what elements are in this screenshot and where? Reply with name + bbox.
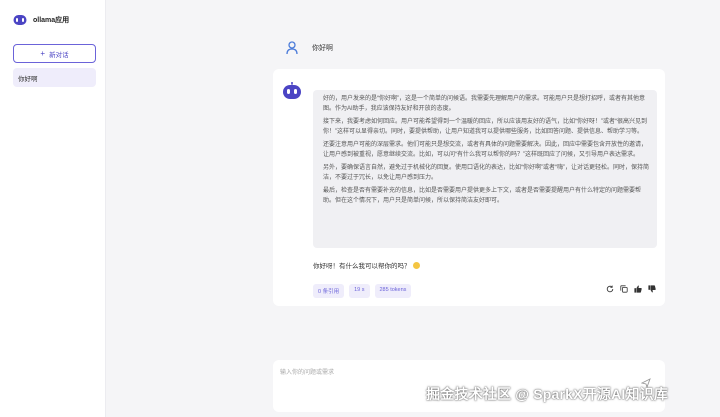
- tokens-badge: 285 tokens: [374, 284, 412, 298]
- new-chat-button[interactable]: + 新对话: [13, 44, 96, 63]
- user-message: 你好啊: [286, 41, 333, 55]
- final-answer: 你好呀！有什么我可以帮你的吗？: [313, 260, 420, 270]
- user-message-text: 你好啊: [312, 45, 333, 52]
- reasoning-paragraph: 最后，检查是否有需要补充的信息，比如是否需要用户提供更多上下文，或者是否需要提醒…: [323, 188, 642, 204]
- plus-icon: +: [40, 48, 46, 58]
- copy-icon[interactable]: [620, 285, 628, 293]
- reasoning-paragraph: 接下来，我要考虑如何回应。用户可能希望得到一个温暖的回应，所以应该用友好的语气，…: [323, 119, 647, 135]
- reasoning-block: 好的，用户发来的是“你好啊”，这是一个简单的问候语。我需要先理解用户的需求。可能…: [313, 90, 657, 248]
- robot-logo-icon: [13, 15, 27, 25]
- regenerate-icon[interactable]: [606, 285, 614, 293]
- brand: ollama应用: [13, 14, 69, 26]
- conversation-title: 你好啊: [18, 75, 38, 83]
- answer-text: 你好呀！有什么我可以帮你的吗？: [313, 263, 411, 270]
- reasoning-paragraph: 好的，用户发来的是“你好啊”，这是一个简单的问候语。我需要先理解用户的需求。可能…: [323, 96, 645, 112]
- assistant-message: 好的，用户发来的是“你好啊”，这是一个简单的问候语。我需要先理解用户的需求。可能…: [273, 69, 665, 306]
- sidebar: ollama应用 + 新对话 你好啊: [0, 0, 106, 417]
- citations-badge[interactable]: 0 条引用: [313, 284, 345, 298]
- reasoning-paragraph: 另外，要确保语言自然，避免过于机械化的回复。使用口语化的表达，比如“你好啊”或者…: [323, 165, 649, 181]
- answer-actions: [600, 285, 656, 293]
- watermark: 掘金技术社区 @ SparkX开源AI知识库: [426, 386, 669, 402]
- new-chat-label: 新对话: [49, 51, 69, 59]
- thumbs-up-icon[interactable]: [634, 285, 642, 293]
- reasoning-paragraph: 还要注意用户可能的深层需求。他们可能只是想交流，或者有具体的问题需要解决。因此，…: [323, 142, 648, 158]
- smile-emoji-icon: [412, 262, 420, 269]
- app-name: ollama应用: [33, 17, 70, 24]
- user-avatar-icon: [286, 41, 298, 55]
- duration-badge: 19 s: [349, 284, 370, 298]
- answer-meta: 0 条引用 19 s 285 tokens: [313, 284, 416, 298]
- conversation-item[interactable]: 你好啊: [13, 68, 96, 87]
- thumbs-down-icon[interactable]: [648, 285, 656, 293]
- robot-avatar-icon: [283, 82, 301, 99]
